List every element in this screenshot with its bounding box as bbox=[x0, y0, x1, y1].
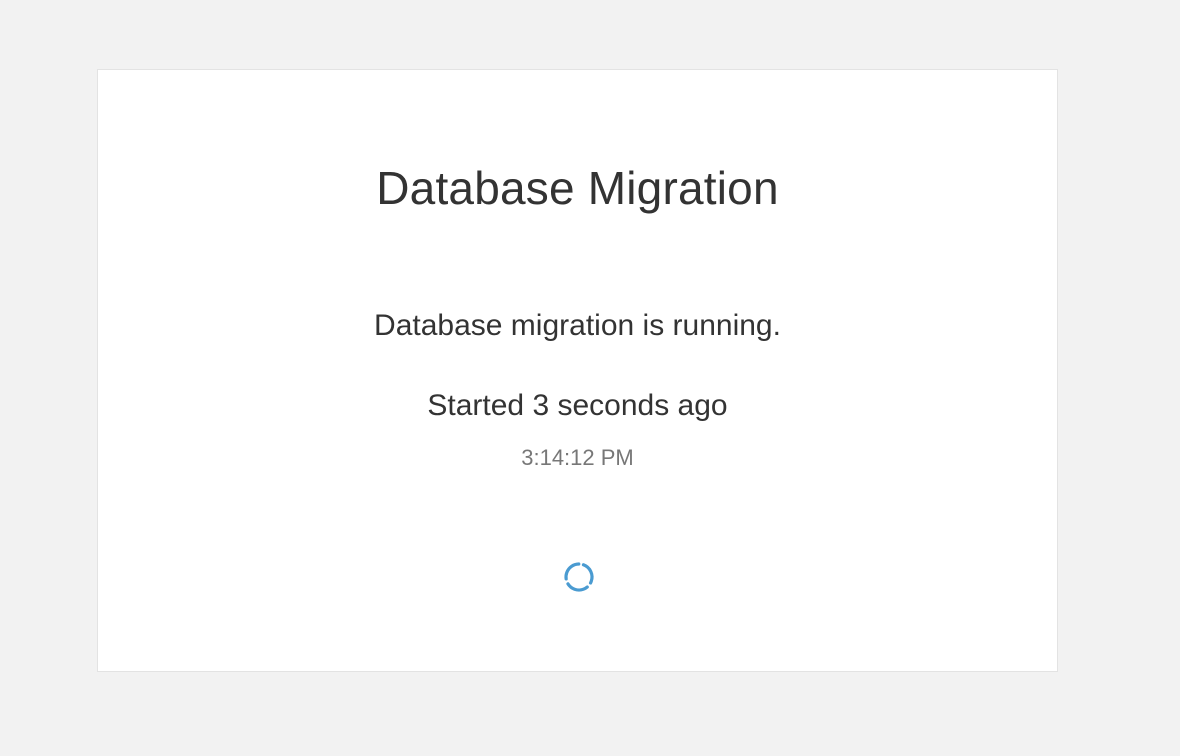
page-title: Database Migration bbox=[376, 162, 779, 214]
migration-card: Database Migration Database migration is… bbox=[97, 69, 1058, 672]
status-message: Database migration is running. bbox=[374, 309, 781, 342]
started-relative-time: Started 3 seconds ago bbox=[427, 389, 728, 422]
loading-spinner-icon bbox=[562, 560, 596, 594]
spinner-ring bbox=[564, 562, 594, 592]
spinner-svg bbox=[564, 562, 594, 592]
started-timestamp: 3:14:12 PM bbox=[521, 445, 634, 470]
